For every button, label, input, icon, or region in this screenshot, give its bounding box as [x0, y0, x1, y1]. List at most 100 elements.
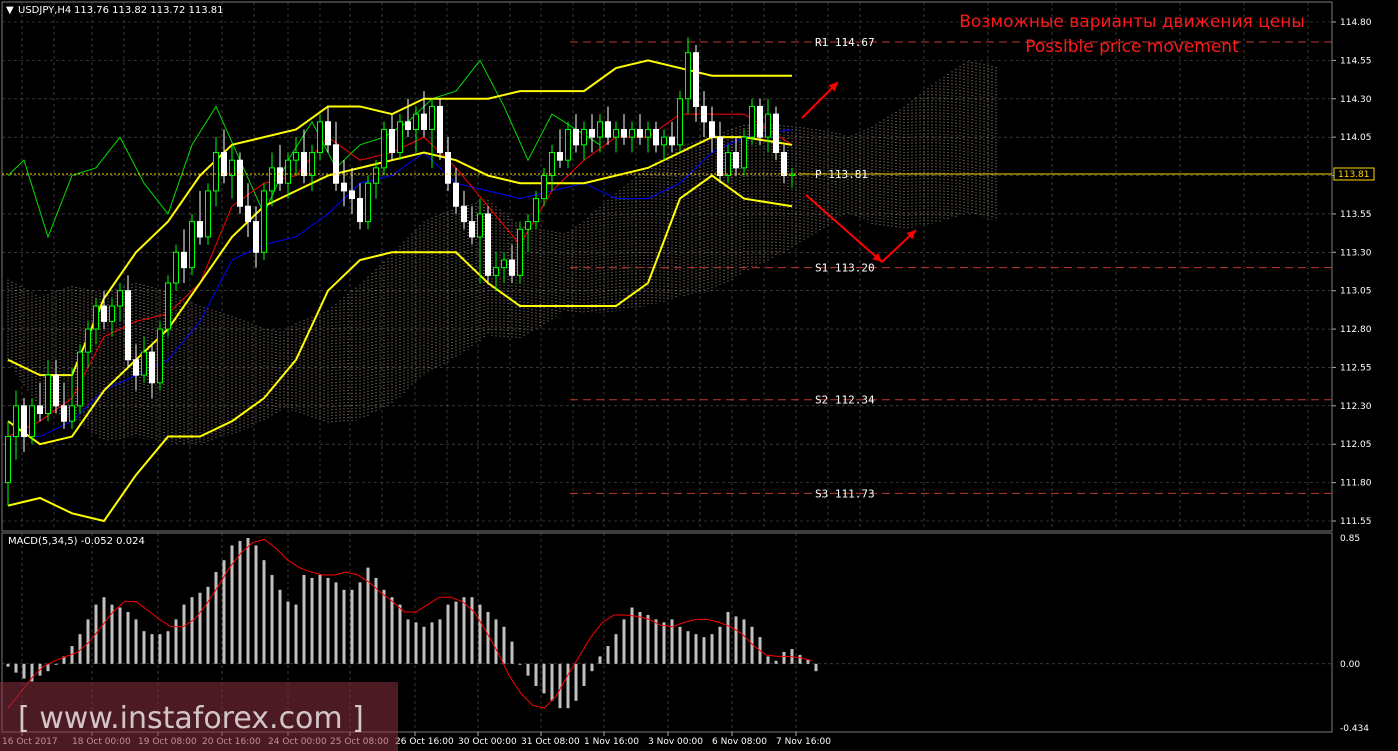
candle-body — [557, 152, 563, 161]
candle-body — [181, 251, 187, 269]
ohlc-label: 113.76 113.82 113.72 113.81 — [74, 5, 224, 16]
candle-body — [197, 221, 203, 238]
macd-bar — [102, 597, 106, 664]
candle-body — [669, 136, 675, 146]
candle-body — [693, 52, 699, 107]
watermark-text: [ www.instaforex.com ] — [18, 701, 364, 736]
macd-bar — [734, 616, 738, 664]
candle-body — [357, 198, 363, 223]
candle-body — [21, 405, 27, 438]
price-tick-label: 113.05 — [1340, 287, 1372, 297]
candle-body — [45, 374, 51, 415]
macd-bar — [414, 622, 418, 664]
candle-body — [397, 121, 403, 154]
price-tick-label: 113.55 — [1340, 210, 1372, 220]
macd-tick-label: 0.85 — [1340, 534, 1360, 544]
macd-bar — [318, 574, 322, 664]
candle-body — [61, 405, 67, 422]
candle-body — [485, 213, 491, 276]
candle-body — [205, 190, 211, 238]
candle-body — [709, 121, 715, 138]
candle-body — [645, 128, 651, 138]
candle-body — [653, 128, 659, 146]
candle-body — [285, 159, 291, 184]
price-tick-label: 114.55 — [1340, 56, 1372, 66]
candle-body — [141, 351, 147, 376]
candle — [237, 152, 243, 214]
macd-bar — [702, 637, 706, 664]
macd-bar — [190, 597, 194, 664]
price-tick-label: 111.55 — [1340, 517, 1372, 527]
candle-body — [685, 52, 691, 100]
candle-body — [165, 282, 171, 330]
macd-bar — [582, 663, 586, 686]
macd-bar — [374, 577, 378, 664]
candle-body — [269, 167, 275, 192]
candle-body — [29, 405, 35, 438]
macd-bar — [686, 631, 690, 664]
macd-bar — [214, 572, 218, 664]
macd-bar — [486, 611, 490, 664]
candle-body — [725, 152, 731, 177]
macd-bar — [390, 597, 394, 664]
candle-body — [781, 152, 787, 177]
candle-body — [477, 213, 483, 238]
macd-bar — [54, 663, 58, 665]
candle-body — [549, 152, 555, 177]
candle-body — [437, 105, 443, 154]
macd-bar — [646, 614, 650, 664]
dropdown-triangle-icon[interactable]: ▼ — [6, 5, 14, 16]
macd-bar — [470, 597, 474, 664]
candle-body — [461, 205, 467, 223]
candle-body — [589, 128, 595, 138]
macd-bar — [566, 663, 570, 709]
macd-bar — [118, 607, 122, 664]
candle-body — [517, 228, 523, 276]
candle-body — [501, 259, 507, 269]
pivot-label-s1: S1 113.20 — [815, 262, 875, 275]
macd-bar — [134, 619, 138, 664]
macd-bar — [446, 604, 450, 664]
candle-body — [301, 152, 307, 177]
candle-body — [525, 221, 531, 230]
candle-body — [349, 190, 355, 200]
annotation-en: Possible price movement — [1025, 37, 1239, 57]
macd-bar — [302, 574, 306, 664]
candle-body — [173, 251, 179, 284]
macd-bar — [774, 660, 778, 664]
macd-bar — [678, 626, 682, 664]
macd-bar — [422, 626, 426, 664]
candle-body — [701, 105, 707, 123]
macd-bar — [358, 582, 362, 664]
candle-body — [765, 113, 771, 138]
time-tick-label: 30 Oct 00:00 — [458, 737, 517, 747]
macd-bar — [174, 619, 178, 664]
macd-bar — [718, 626, 722, 664]
macd-bar — [238, 540, 242, 664]
candle-body — [733, 152, 739, 169]
macd-bar — [246, 538, 250, 664]
macd-bar — [294, 604, 298, 664]
price-tick-label: 111.80 — [1340, 479, 1372, 489]
candle — [677, 91, 683, 153]
macd-bar — [518, 663, 522, 665]
macd-bar — [710, 634, 714, 664]
candle-body — [741, 136, 747, 169]
macd-bar — [150, 634, 154, 664]
candle-body — [493, 267, 499, 276]
macd-bar — [462, 597, 466, 664]
candle-body — [453, 182, 459, 207]
candle-body — [125, 290, 131, 361]
candle-body — [37, 405, 43, 415]
candle-body — [373, 167, 379, 184]
candle — [157, 321, 163, 391]
macd-bar — [382, 589, 386, 664]
time-tick-label: 3 Nov 00:00 — [648, 737, 703, 747]
macd-bar — [438, 619, 442, 664]
time-tick-label: 6 Nov 08:00 — [712, 737, 767, 747]
candle-body — [541, 175, 547, 200]
candle-body — [93, 305, 99, 330]
candle-body — [101, 305, 107, 322]
macd-bar — [494, 619, 498, 664]
macd-bar — [782, 651, 786, 664]
